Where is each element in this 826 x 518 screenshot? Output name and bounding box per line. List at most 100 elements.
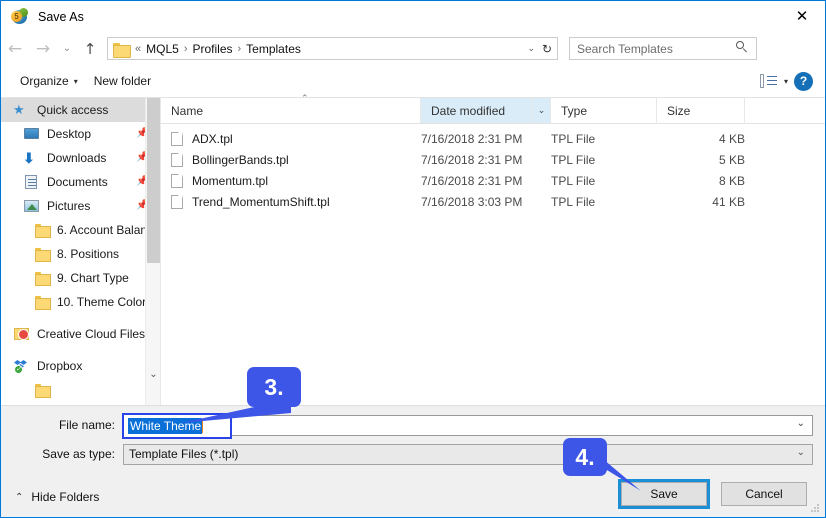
pictures-icon: [23, 198, 40, 214]
sidebar-item-desktop[interactable]: Desktop 📌: [1, 122, 160, 146]
filetype-dropdown[interactable]: Template Files (*.tpl) ⌄: [123, 443, 813, 465]
breadcrumb[interactable]: « MQL5 › Profiles › Templates ⌄ ↻: [107, 37, 558, 60]
column-header-size[interactable]: Size: [657, 98, 745, 123]
folder-icon: [113, 42, 131, 58]
refresh-icon[interactable]: ↻: [542, 38, 552, 59]
folder-icon: [33, 294, 51, 310]
sidebar-item-label: Creative Cloud Files: [37, 327, 146, 341]
column-label: Size: [667, 103, 691, 118]
sidebar-item-label: 8. Positions: [57, 247, 120, 261]
chevron-down-icon[interactable]: ⌄: [146, 367, 160, 383]
column-header-type[interactable]: Type: [551, 98, 657, 123]
folder-icon: [33, 382, 51, 398]
table-row[interactable]: ADX.tpl 7/16/2018 2:31 PM TPL File 4 KB: [161, 128, 825, 149]
sidebar-item-theme-colors[interactable]: 10. Theme Colors: [1, 290, 160, 314]
file-list-pane: Name ⌃ Date modified ⌄ Type Size ADX.tpl…: [161, 94, 825, 405]
file-name-label: ADX.tpl: [192, 131, 233, 146]
forward-button[interactable]: →: [29, 36, 57, 62]
file-name-cell: ADX.tpl: [161, 131, 421, 146]
close-icon[interactable]: ✕: [779, 1, 825, 31]
search-icon: [736, 41, 749, 54]
file-date-cell: 7/16/2018 3:03 PM: [421, 194, 523, 209]
sidebar-item-label: 9. Chart Type: [57, 271, 129, 285]
recent-locations-icon[interactable]: ⌄: [57, 36, 77, 62]
file-name-cell: Trend_MomentumShift.tpl: [161, 194, 421, 209]
sidebar-scrollbar[interactable]: ⌄: [145, 98, 160, 405]
folder-icon: [33, 246, 51, 262]
scrollbar-thumb[interactable]: [147, 98, 160, 263]
column-header-date-modified[interactable]: Date modified: [421, 98, 533, 123]
new-folder-label: New folder: [93, 74, 152, 88]
sidebar-item-downloads[interactable]: ⬇ Downloads 📌: [1, 146, 160, 170]
column-label: Date modified: [431, 103, 506, 118]
table-row[interactable]: Trend_MomentumShift.tpl 7/16/2018 3:03 P…: [161, 191, 825, 212]
chevron-up-icon: ⌃: [15, 491, 24, 503]
chevron-down-icon[interactable]: ⌄: [797, 418, 805, 429]
dropbox-icon: ✓: [13, 358, 30, 374]
filetype-row: Save as type: Template Files (*.tpl) ⌄: [1, 443, 825, 465]
sidebar-item-creative-cloud-files[interactable]: Creative Cloud Files: [1, 322, 160, 346]
file-name-cell: BollingerBands.tpl: [161, 152, 421, 167]
sidebar-item-dropbox[interactable]: ✓ Dropbox: [1, 354, 160, 378]
sidebar-item-quick-access[interactable]: ★ Quick access: [1, 98, 160, 122]
folder-icon: [33, 222, 51, 238]
file-icon: [171, 131, 183, 146]
title-bar: 5 Save As ✕: [1, 1, 825, 32]
desktop-icon: [23, 126, 40, 142]
help-button[interactable]: ?: [794, 71, 813, 91]
sidebar-item-label: Downloads: [47, 151, 107, 165]
sort-ascending-icon: ⌃: [301, 94, 309, 104]
sidebar-item-label: Desktop: [47, 127, 92, 141]
table-row[interactable]: BollingerBands.tpl 7/16/2018 2:31 PM TPL…: [161, 149, 825, 170]
column-header-row: Name ⌃ Date modified ⌄ Type Size: [161, 94, 825, 124]
filetype-value: Template Files (*.tpl): [129, 447, 239, 461]
new-folder-button[interactable]: New folder: [86, 70, 159, 92]
creative-cloud-icon: [13, 326, 30, 342]
sidebar-item-account-balance[interactable]: 6. Account Balance: [1, 218, 160, 242]
file-type-cell: TPL File: [551, 173, 596, 188]
chevron-down-icon[interactable]: ⌄: [797, 447, 805, 458]
hide-folders-button[interactable]: ⌃ Hide Folders: [15, 490, 99, 504]
file-icon: [171, 194, 183, 209]
file-name-label: Trend_MomentumShift.tpl: [192, 194, 330, 209]
sidebar-item-label: 10. Theme Colors: [57, 295, 153, 309]
cancel-button[interactable]: Cancel: [721, 482, 807, 506]
chevron-down-icon[interactable]: ▾: [784, 77, 788, 86]
table-row[interactable]: Momentum.tpl 7/16/2018 2:31 PM TPL File …: [161, 170, 825, 191]
sidebar-item-positions[interactable]: 8. Positions: [1, 242, 160, 266]
dialog-content: ★ Quick access Desktop 📌 ⬇ Downloads 📌 D…: [1, 94, 825, 405]
filetype-label: Save as type:: [42, 447, 115, 461]
search-input[interactable]: Search Templates: [569, 37, 757, 60]
filename-row: File name: White Theme ⌄: [1, 412, 825, 439]
resize-grip[interactable]: [811, 504, 821, 514]
back-button[interactable]: ←: [1, 36, 29, 62]
sidebar-item-chart-type[interactable]: 9. Chart Type: [1, 266, 160, 290]
sidebar-item-label: Documents: [47, 175, 108, 189]
file-name-cell: Momentum.tpl: [161, 173, 421, 188]
file-type-cell: TPL File: [551, 152, 596, 167]
view-layout-icon[interactable]: [759, 73, 778, 89]
column-header-name[interactable]: Name ⌃: [161, 94, 421, 123]
sidebar-item-documents[interactable]: Documents 📌: [1, 170, 160, 194]
app-icon-badge: 5: [11, 10, 22, 22]
breadcrumb-item-mql5[interactable]: MQL5: [146, 42, 179, 56]
file-date-cell: 7/16/2018 2:31 PM: [421, 131, 523, 146]
chevron-down-icon[interactable]: ⌄: [527, 38, 535, 59]
star-icon: ★: [13, 102, 25, 117]
file-rows: ADX.tpl 7/16/2018 2:31 PM TPL File 4 KB …: [161, 124, 825, 212]
navigation-bar: ← → ⌄ ↑ « MQL5 › Profiles › Templates ⌄ …: [1, 32, 825, 65]
filename-label: File name:: [58, 418, 115, 432]
download-icon: ⬇: [23, 150, 35, 166]
callout-3: 3.: [247, 367, 301, 407]
column-filter-chevron-down-icon[interactable]: ⌄: [533, 98, 551, 123]
breadcrumb-item-templates[interactable]: Templates: [246, 42, 301, 56]
up-button[interactable]: ↑: [77, 36, 103, 62]
organize-button[interactable]: Organize ▾: [12, 70, 86, 92]
sidebar-item-pictures[interactable]: Pictures 📌: [1, 194, 160, 218]
breadcrumb-prefix: «: [135, 42, 142, 55]
sidebar-item-partial[interactable]: [1, 378, 160, 402]
save-as-dialog: 5 Save As ✕ ← → ⌄ ↑ « MQL5 › Profiles › …: [0, 0, 826, 518]
file-name-label: Momentum.tpl: [192, 173, 269, 188]
file-size-cell: 4 KB: [718, 131, 745, 146]
breadcrumb-item-profiles[interactable]: Profiles: [192, 42, 232, 56]
